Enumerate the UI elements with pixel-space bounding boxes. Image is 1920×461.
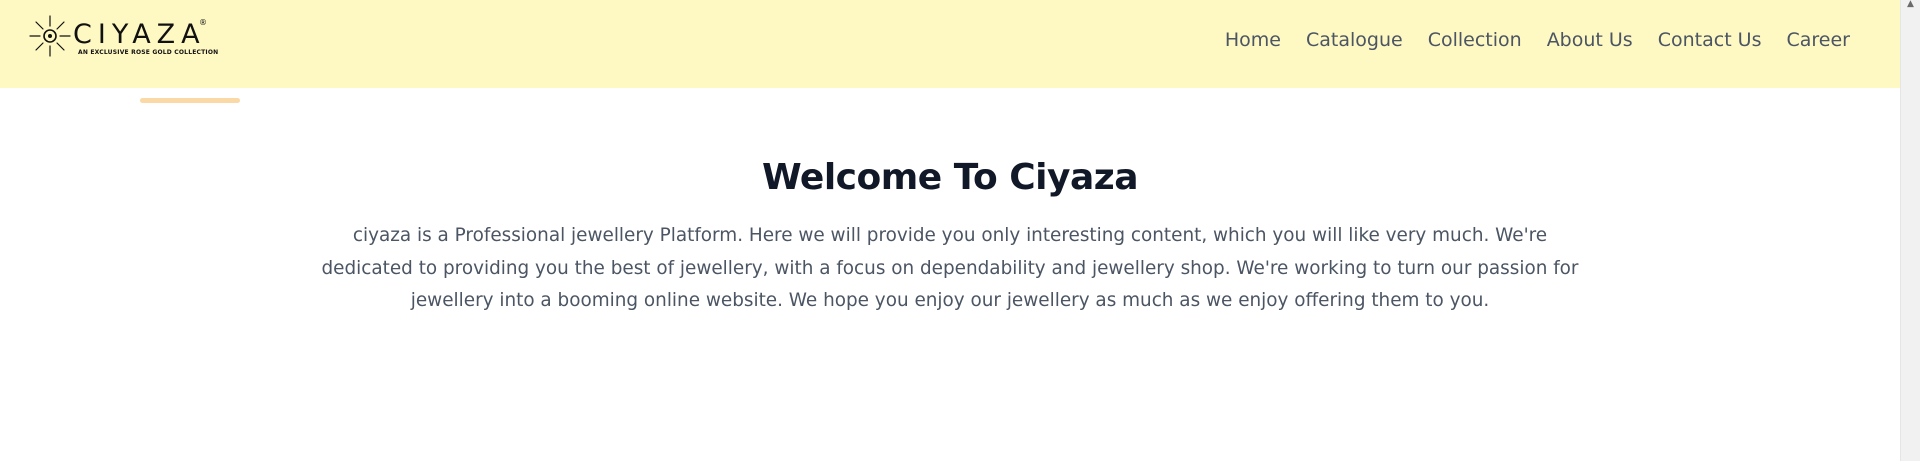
logo-registered-mark: ®: [199, 18, 207, 27]
site-header: CIYAZA ® AN EXCLUSIVE ROSE GOLD COLLECTI…: [0, 0, 1900, 88]
nav-home[interactable]: Home: [1225, 29, 1281, 51]
nav-contact-us[interactable]: Contact Us: [1658, 29, 1762, 51]
scroll-up-arrow-icon[interactable]: ▲: [1907, 0, 1914, 9]
vertical-scrollbar[interactable]: ▲: [1900, 0, 1920, 461]
page: CIYAZA ® AN EXCLUSIVE ROSE GOLD COLLECTI…: [0, 0, 1920, 461]
site-logo[interactable]: CIYAZA ® AN EXCLUSIVE ROSE GOLD COLLECTI…: [28, 14, 218, 62]
nav-catalogue[interactable]: Catalogue: [1306, 29, 1403, 51]
sun-star-icon: [29, 15, 71, 57]
nav-about-us[interactable]: About Us: [1547, 29, 1633, 51]
main-nav: Home Catalogue Collection About Us Conta…: [1225, 0, 1850, 80]
accent-underline-bar: [140, 98, 240, 103]
nav-career[interactable]: Career: [1787, 29, 1851, 51]
nav-collection[interactable]: Collection: [1428, 29, 1522, 51]
welcome-paragraph: ciyaza is a Professional jewellery Platf…: [321, 225, 1579, 311]
logo-tagline: AN EXCLUSIVE ROSE GOLD COLLECTION: [78, 49, 219, 56]
logo-wordmark: CIYAZA: [73, 19, 206, 50]
page-title: Welcome To Ciyaza: [761, 157, 1139, 198]
